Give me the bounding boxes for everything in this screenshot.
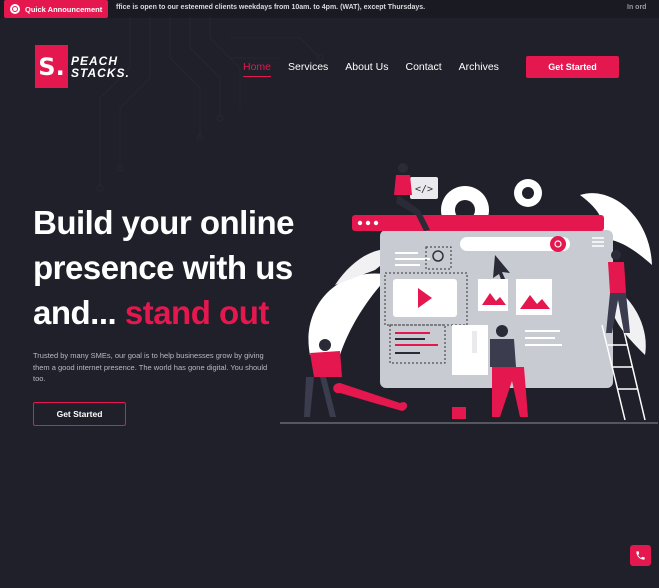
- phone-icon: [636, 551, 645, 560]
- svg-text:</>: </>: [415, 184, 433, 195]
- hero-title-highlight: stand out: [124, 294, 269, 331]
- hero-title-line-1: Build your online: [33, 204, 295, 241]
- logo-line-2: STACKS.: [71, 65, 130, 80]
- hero-title-line-3a: and...: [33, 294, 117, 331]
- nav-contact[interactable]: Contact: [405, 61, 441, 77]
- megaphone-icon: [10, 4, 20, 14]
- hero-get-started-button[interactable]: Get Started: [33, 402, 126, 426]
- nav-home[interactable]: Home: [243, 61, 272, 77]
- site-logo[interactable]: S. PEACH STACKS.: [35, 45, 130, 88]
- announcement-bar: Quick Announcement ffice is open to our …: [0, 0, 659, 18]
- nav-about-us[interactable]: About Us: [345, 61, 388, 77]
- hero-description: Trusted by many SMEs, our goal is to hel…: [33, 351, 268, 383]
- browser-titlebar: [352, 215, 604, 231]
- main-nav: Home Services About Us Contact Archives: [243, 61, 516, 77]
- logo-wordmark: PEACH STACKS.: [71, 55, 130, 79]
- announcement-text: ffice is open to our esteemed clients we…: [116, 4, 426, 11]
- nav-services[interactable]: Services: [288, 61, 328, 77]
- phone-button[interactable]: [630, 545, 651, 566]
- announcement-text-next: In ord: [627, 4, 647, 11]
- announcement-label: Quick Announcement: [25, 4, 103, 14]
- hero-illustration: </>: [280, 163, 658, 424]
- logo-mark: S.: [35, 45, 68, 88]
- nav-archives[interactable]: Archives: [459, 61, 499, 77]
- hero-title-line-2: presence with us: [33, 249, 293, 286]
- search-icon: [550, 236, 566, 252]
- announcement-badge: Quick Announcement: [4, 0, 108, 18]
- logo-line-1: PEACH: [71, 53, 119, 68]
- header-get-started-button[interactable]: Get Started: [526, 56, 619, 78]
